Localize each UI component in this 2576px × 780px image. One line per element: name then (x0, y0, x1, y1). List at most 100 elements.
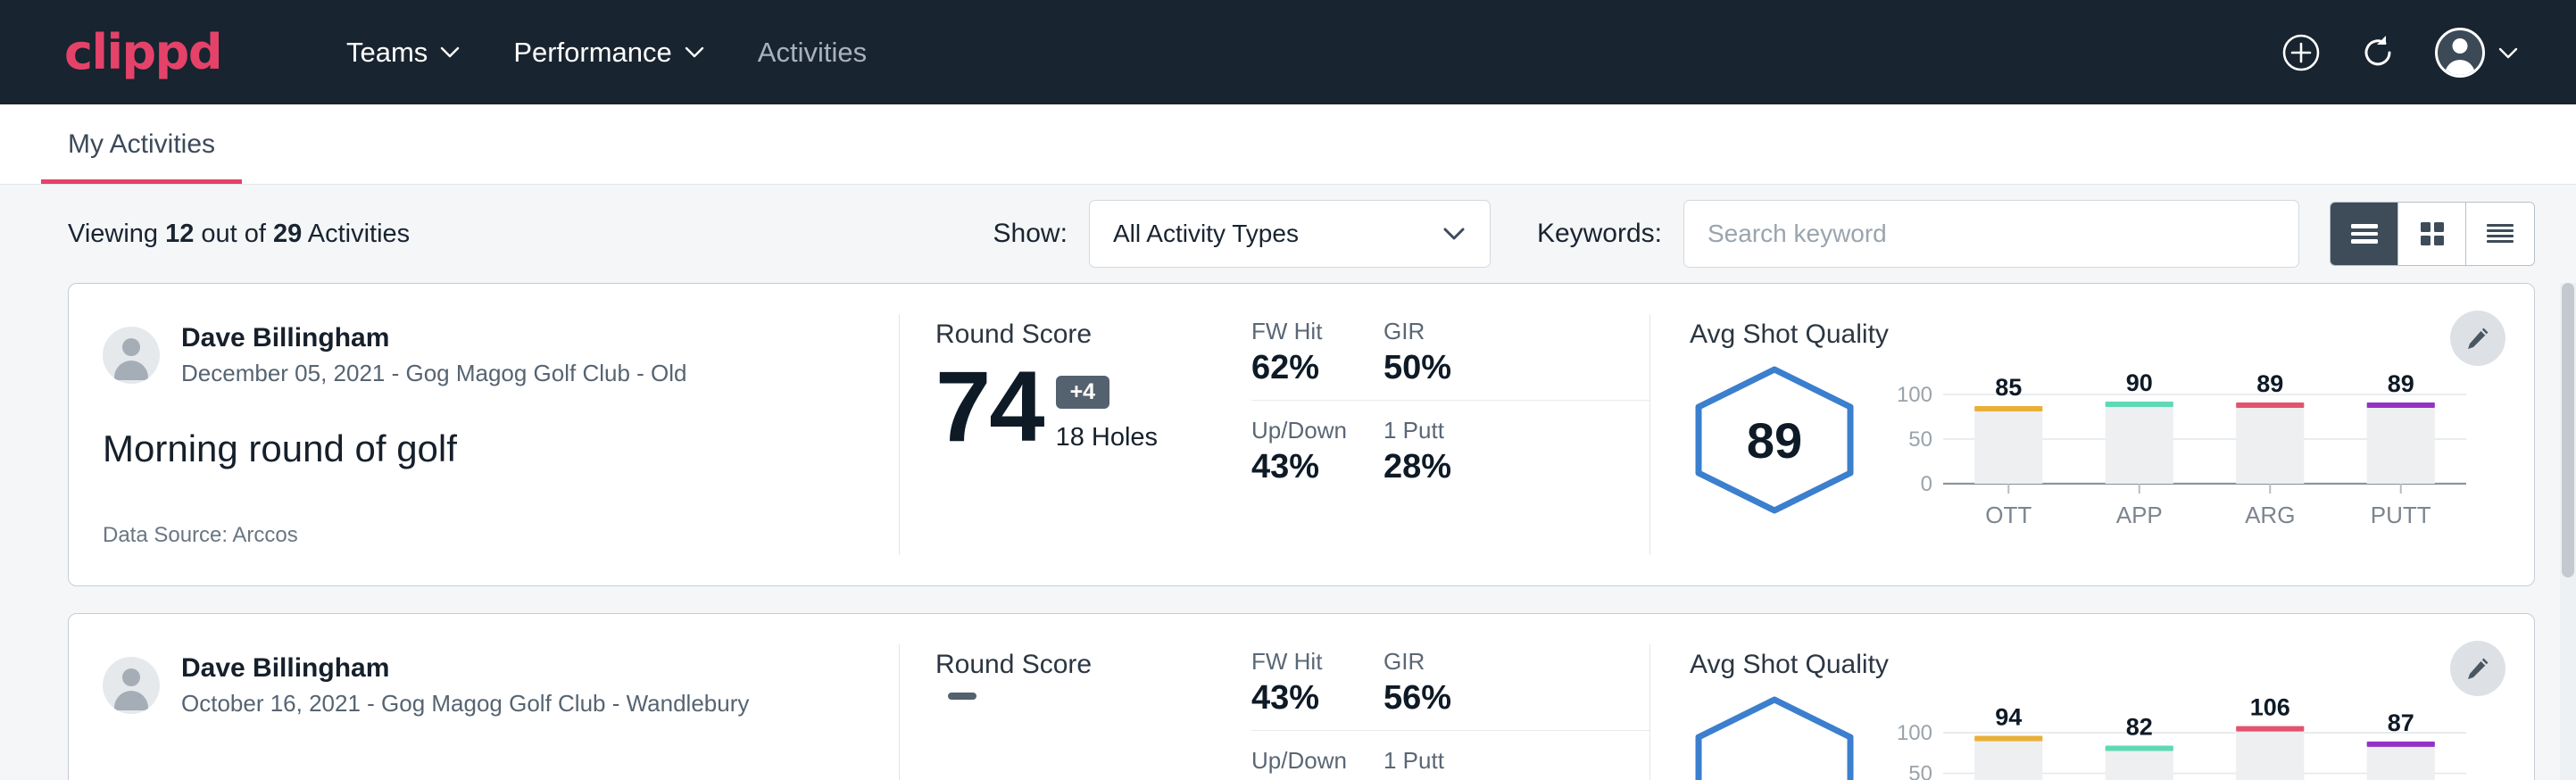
activity-card[interactable]: Dave Billingham October 16, 2021 - Gog M… (68, 613, 2535, 780)
show-label: Show: (993, 219, 1068, 249)
navbar: clippd Teams Performance Activities (0, 0, 2576, 104)
svg-text:106: 106 (2250, 696, 2290, 721)
round-stats-block: FW Hit 43% GIR 56% Up/Down 1 Putt (1239, 614, 1649, 780)
round-score-side: +4 18 Holes (1056, 376, 1158, 452)
svg-text:85: 85 (1995, 374, 2022, 401)
svg-text:82: 82 (2126, 713, 2153, 740)
svg-text:94: 94 (1995, 704, 2022, 731)
chevron-down-icon (1442, 221, 1467, 246)
nav-link-activities[interactable]: Activities (731, 37, 893, 69)
stat-up-down: Up/Down 43% (1251, 417, 1384, 486)
round-stats-grid: FW Hit 62% GIR 50% Up/Down 43% 1 Putt 28… (1251, 318, 1649, 486)
view-mode-grid[interactable] (2398, 203, 2466, 265)
svg-text:PUTT: PUTT (2371, 502, 2431, 528)
view-mode-toggle (2330, 202, 2535, 266)
viewing-suffix: Activities (302, 220, 410, 248)
tab-bar: My Activities (0, 104, 2576, 185)
refresh-icon[interactable] (2358, 33, 2397, 72)
activity-meta: October 16, 2021 - Gog Magog Golf Club -… (181, 689, 749, 719)
activity-person-name: Dave Billingham (181, 651, 749, 685)
svg-text:50: 50 (1908, 762, 1932, 780)
avg-shot-quality-gauge: 89 (1690, 359, 1868, 516)
stat-one-putt-label: 1 Putt (1384, 417, 1617, 444)
filter-bar: Viewing 12 out of 29 Activities Show: Al… (0, 185, 2576, 283)
avg-shot-quality-label: Avg Shot Quality (1690, 319, 2534, 350)
svg-text:90: 90 (2126, 369, 2153, 396)
view-mode-list[interactable] (2331, 203, 2398, 265)
scrollbar-thumb[interactable] (2562, 283, 2574, 577)
stat-one-putt: 1 Putt (1384, 747, 1649, 778)
chevron-down-icon (440, 44, 460, 62)
stat-up-down-value: 43% (1251, 448, 1351, 486)
avg-shot-quality-block: Avg Shot Quality 05010094OTT82APP106ARG8… (1650, 614, 2534, 780)
nav-link-activities-label: Activities (758, 37, 867, 69)
activity-card-summary: Dave Billingham December 05, 2021 - Gog … (69, 284, 899, 585)
tab-my-activities[interactable]: My Activities (41, 129, 242, 184)
round-score-side (948, 693, 976, 714)
vertical-scrollbar[interactable] (2560, 283, 2576, 780)
chevron-down-icon (685, 44, 704, 62)
viewing-count: 12 (165, 220, 194, 248)
svg-text:0: 0 (1921, 472, 1932, 496)
view-mode-compact[interactable] (2466, 203, 2534, 265)
chevron-down-icon (2497, 41, 2519, 64)
edit-activity-button[interactable] (2450, 311, 2505, 366)
activities-list: Dave Billingham December 05, 2021 - Gog … (0, 283, 2576, 780)
search-input-wrap[interactable] (1683, 200, 2299, 268)
stat-up-down-label: Up/Down (1251, 417, 1351, 444)
avg-shot-quality-block: Avg Shot Quality 89 05010085OTT90APP89AR… (1650, 284, 2534, 585)
svg-text:OTT: OTT (1985, 502, 2032, 528)
edit-activity-button[interactable] (2450, 641, 2505, 696)
stat-gir-value: 56% (1384, 679, 1617, 718)
nav-link-teams-label: Teams (346, 37, 428, 69)
round-score-value: 74 (935, 362, 1043, 452)
stat-fw-hit: FW Hit 62% (1251, 318, 1384, 401)
nav-link-performance[interactable]: Performance (486, 37, 730, 69)
activity-meta: December 05, 2021 - Gog Magog Golf Club … (181, 359, 687, 389)
stat-up-down-label: Up/Down (1251, 747, 1351, 775)
brand-logo[interactable]: clippd (64, 29, 221, 77)
stat-fw-hit-label: FW Hit (1251, 318, 1351, 345)
search-input[interactable] (1708, 220, 2275, 248)
avatar-body (2445, 60, 2475, 78)
activity-type-select[interactable]: All Activity Types (1089, 200, 1491, 268)
avg-shot-quality-body: 89 05010085OTT90APP89ARG89PUTT (1690, 359, 2534, 549)
nav-link-teams[interactable]: Teams (320, 37, 486, 69)
avatar (103, 657, 160, 714)
activity-person: Dave Billingham October 16, 2021 - Gog M… (103, 651, 899, 718)
score-differential-badge: +4 (1056, 376, 1110, 409)
avatar (103, 327, 160, 384)
activity-title: Morning round of golf (103, 427, 899, 470)
avatar-body (114, 361, 148, 380)
round-stats-grid: FW Hit 43% GIR 56% Up/Down 1 Putt (1251, 648, 1649, 778)
avatar-head (122, 338, 140, 356)
user-menu[interactable] (2435, 28, 2519, 78)
avg-shot-quality-label: Avg Shot Quality (1690, 650, 2534, 680)
activity-card[interactable]: Dave Billingham December 05, 2021 - Gog … (68, 283, 2535, 586)
shot-quality-chart: 05010094OTT82APP106ARG87PUTT (1868, 689, 2534, 780)
viewing-summary: Viewing 12 out of 29 Activities (68, 220, 410, 249)
viewing-mid: out of (194, 220, 273, 248)
activity-card-summary: Dave Billingham October 16, 2021 - Gog M… (69, 614, 899, 780)
activity-data-source: Data Source: Arccos (103, 523, 298, 548)
activity-person-text: Dave Billingham October 16, 2021 - Gog M… (181, 651, 749, 718)
nav-links: Teams Performance Activities (320, 37, 893, 69)
stat-gir-label: GIR (1384, 648, 1617, 676)
avg-shot-quality-value: 89 (1747, 411, 1802, 469)
stat-gir-label: GIR (1384, 318, 1617, 345)
stat-fw-hit: FW Hit 43% (1251, 648, 1384, 731)
hexagon-icon: 89 (1690, 364, 1859, 516)
avatar (2435, 28, 2485, 78)
svg-text:APP: APP (2116, 502, 2163, 528)
round-stats-block: FW Hit 62% GIR 50% Up/Down 43% 1 Putt 28… (1239, 284, 1649, 585)
round-holes: 18 Holes (1056, 423, 1158, 452)
navbar-actions (2281, 28, 2519, 78)
avatar-head (2453, 38, 2468, 54)
viewing-total: 29 (273, 220, 302, 248)
activity-person: Dave Billingham December 05, 2021 - Gog … (103, 321, 899, 388)
svg-text:ARG: ARG (2245, 502, 2295, 528)
stat-fw-hit-value: 62% (1251, 349, 1351, 387)
stat-gir: GIR 50% (1384, 318, 1649, 401)
add-circle-icon[interactable] (2281, 33, 2321, 72)
avatar-body (114, 691, 148, 710)
